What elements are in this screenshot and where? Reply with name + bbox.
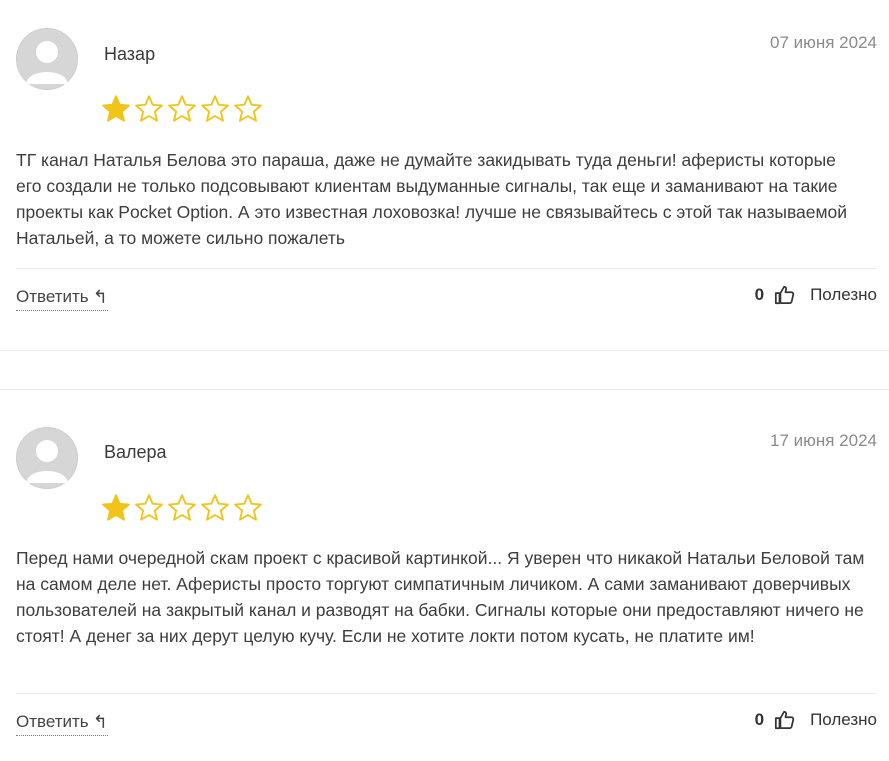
star-outline-icon (135, 95, 163, 122)
helpful-label: Полезно (810, 285, 877, 304)
reply-label: Ответить (16, 712, 89, 731)
star-outline-icon (234, 95, 262, 122)
thumbs-up-icon[interactable] (774, 709, 796, 731)
reply-arrow-icon: ↰ (92, 712, 108, 732)
helpful-widget: 0 Полезно (755, 284, 877, 306)
review-author: Валера (104, 442, 167, 462)
review-card: Валера 17 июня 2024 Перед нами очередной… (0, 388, 889, 761)
star-filled-icon (102, 494, 130, 521)
reply-arrow-icon: ↰ (92, 287, 108, 307)
helpful-widget: 0 Полезно (755, 709, 877, 731)
review-date: 07 июня 2024 (769, 33, 877, 52)
star-outline-icon (135, 494, 163, 521)
star-outline-icon (234, 494, 262, 521)
star-outline-icon (168, 494, 196, 521)
user-avatar-placeholder-icon (26, 440, 68, 483)
avatar (16, 427, 78, 489)
helpful-count: 0 (754, 285, 765, 304)
avatar (16, 28, 78, 90)
star-filled-icon (102, 95, 130, 122)
rating-stars (101, 493, 263, 523)
thumbs-up-icon[interactable] (774, 284, 796, 306)
rating-stars (101, 94, 263, 124)
reply-label: Ответить (16, 287, 89, 306)
star-outline-icon (201, 494, 229, 521)
divider (16, 693, 876, 694)
review-separator (0, 350, 889, 390)
user-avatar-placeholder-icon (26, 41, 68, 84)
helpful-label: Полезно (810, 710, 877, 729)
star-outline-icon (201, 95, 229, 122)
reply-button[interactable]: Ответить ↰ (16, 287, 108, 311)
review-author: Назар (104, 44, 156, 64)
reply-button[interactable]: Ответить ↰ (16, 712, 108, 736)
review-text: Перед нами очередной скам проект с краси… (16, 548, 865, 646)
review-date: 17 июня 2024 (769, 431, 877, 450)
review-card: Назар 07 июня 2024 ТГ канал Наталья Бело… (0, 0, 889, 350)
star-outline-icon (168, 95, 196, 122)
review-text: ТГ канал Наталья Белова это параша, даже… (16, 150, 848, 248)
helpful-count: 0 (754, 710, 765, 729)
divider (16, 268, 876, 269)
